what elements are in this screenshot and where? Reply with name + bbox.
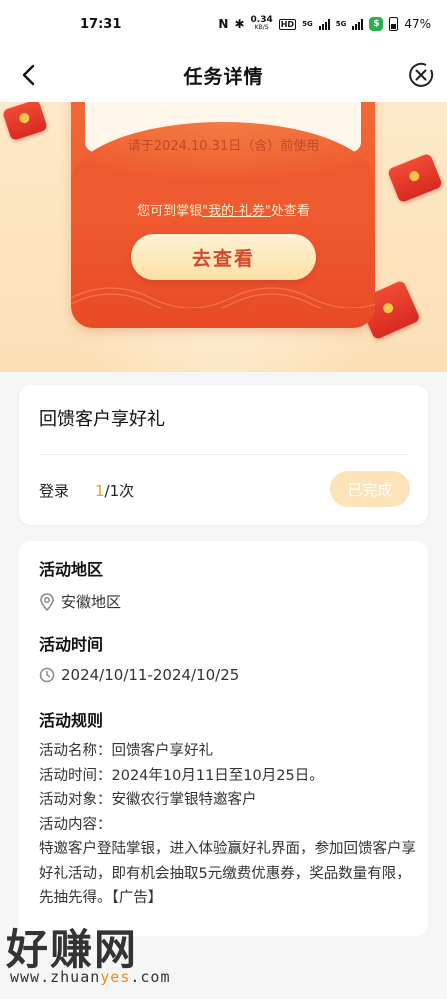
rules-text: 活动名称：回馈客户享好礼 活动时间：2024年10月11日至10月25日。 活动… (39, 739, 419, 911)
rule-line: 特邀客户登陆掌银，进入体验赢好礼界面，参加回馈客户享好礼活动，即有机会抽取5元缴… (39, 841, 416, 906)
task-progress-total: /1次 (104, 482, 135, 500)
payment-app-icon: $ (369, 17, 384, 31)
view-button[interactable]: 去查看 (131, 234, 316, 280)
rule-line: 活动时间：2024年10月11日至10月25日。 (39, 767, 324, 784)
clock-icon (39, 667, 55, 683)
task-card: 回馈客户享好礼 登录 1/1次 已完成 (19, 385, 428, 525)
battery-icon (389, 17, 399, 31)
network-speed: 0.34 KB/S (251, 16, 273, 32)
watermark-url-prefix: www.zhuan (10, 968, 101, 986)
my-coupons-link[interactable]: "我的-礼券" (202, 204, 271, 219)
rule-line: 活动内容： (39, 816, 112, 833)
battery-percent: 47% (404, 17, 431, 31)
watermark-url: www.zhuanyes.com (10, 968, 171, 986)
site-watermark: 好赚网 www.zhuanyes.com (0, 906, 230, 999)
rules-title: 活动规则 (39, 711, 104, 730)
hd-icon: HD (278, 18, 297, 30)
time-line: 2024/10/11-2024/10/25 (39, 666, 239, 684)
task-progress: 1/1次 (95, 480, 134, 501)
net-label-2: 5G (335, 20, 347, 28)
task-step-label: 登录 (39, 482, 70, 500)
rule-line: 活动对象：安徽农行掌银特邀客户 (39, 792, 257, 808)
close-circle-icon (409, 62, 434, 87)
task-progress-done: 1 (95, 482, 105, 500)
task-name: 回馈客户享好礼 (39, 409, 165, 430)
expiry-note: 请于2024.10.31日（含）前使用 (127, 139, 320, 154)
close-button[interactable] (407, 61, 435, 89)
completed-button[interactable]: 已完成 (330, 471, 410, 507)
nfc-icon: N (218, 17, 229, 31)
location-pin-icon (40, 592, 54, 611)
watermark-url-suffix: .com (130, 968, 171, 986)
nav-bar: 任务详情 (0, 48, 447, 102)
coupon-location-tip: 您可到掌银"我的-礼券"处查看 (0, 200, 447, 219)
status-time: 17:31 (80, 16, 122, 32)
rule-line: 活动名称：回馈客户享好礼 (39, 743, 213, 759)
status-bar: 17:31 N ✱ 0.34 KB/S HD 5G 5G $ 47% (0, 0, 447, 48)
region-value: 安徽地区 (61, 593, 122, 611)
region-title: 活动地区 (39, 560, 104, 579)
watermark-url-highlight: yes (100, 968, 131, 986)
network-speed-unit: KB/S (254, 24, 269, 31)
tip-suffix: 处查看 (270, 204, 310, 219)
tip-prefix: 您可到掌银 (137, 204, 203, 219)
divider (39, 454, 408, 455)
page-title: 任务详情 (183, 65, 264, 88)
time-value: 2024/10/11-2024/10/25 (61, 666, 240, 684)
region-line: 安徽地区 (39, 591, 121, 612)
net-label-1: 5G (302, 20, 313, 28)
signal-icon-2 (352, 18, 364, 30)
status-icons: N ✱ 0.34 KB/S HD 5G 5G $ 47% (218, 16, 431, 32)
activity-info-card: 活动地区 安徽地区 活动时间 2024/10/11-2024/10/25 活动规… (19, 541, 428, 936)
signal-icon-1 (318, 18, 330, 30)
network-speed-value: 0.34 (250, 15, 273, 25)
bluetooth-icon: ✱ (234, 17, 245, 31)
reward-banner: 请于2024.10.31日（含）前使用 您可到掌银"我的-礼券"处查看 去查看 (0, 102, 447, 372)
back-button[interactable] (14, 60, 44, 90)
chevron-left-icon (22, 64, 35, 86)
time-title: 活动时间 (39, 635, 104, 654)
